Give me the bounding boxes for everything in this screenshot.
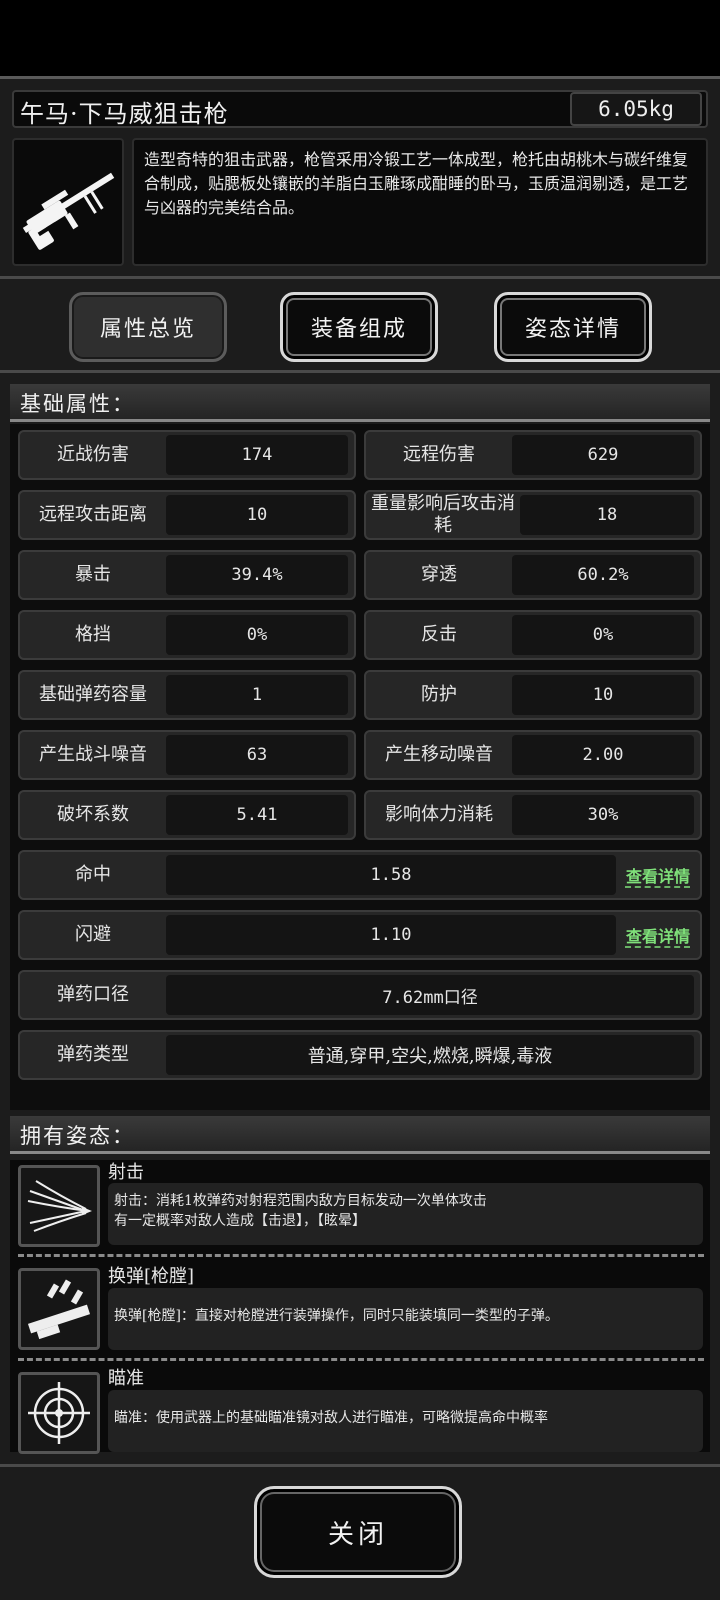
attribute-cell: 产生战斗噪音 63 <box>18 730 356 780</box>
attribute-label: 近战伤害 <box>57 444 129 465</box>
attribute-value: 30% <box>512 795 694 835</box>
stance-description: 换弹[枪膛]：直接对枪膛进行装弹操作，同时只能装填同一类型的子弹。 <box>108 1288 703 1350</box>
attribute-label: 弹药口径 <box>57 984 129 1005</box>
attribute-value: 39.4% <box>166 555 348 595</box>
attribute-cell: 重量影响后攻击消耗 18 <box>364 490 702 540</box>
attribute-value: 629 <box>512 435 694 475</box>
attribute-label: 防护 <box>421 684 457 705</box>
attribute-value: 10 <box>166 495 348 535</box>
attribute-cell: 影响体力消耗 30% <box>364 790 702 840</box>
view-details-link[interactable]: 查看详情 <box>616 863 700 887</box>
stance-description: 射击：消耗1枚弹药对射程范围内敌方目标发动一次单体攻击 有一定概率对敌人造成【击… <box>108 1183 703 1245</box>
reload-glyph <box>27 1279 91 1340</box>
stance-name: 瞄准 <box>108 1368 144 1389</box>
attribute-label: 格挡 <box>75 624 111 645</box>
attribute-label: 命中 <box>75 864 111 885</box>
attribute-label: 反击 <box>421 624 457 645</box>
reload-icon[interactable] <box>18 1268 100 1350</box>
attribute-label: 重量影响后攻击消耗 <box>371 493 515 536</box>
divider <box>18 1254 704 1257</box>
stance-desc-line: 射击：消耗1枚弹药对射程范围内敌方目标发动一次单体攻击 <box>114 1193 487 1209</box>
attribute-label: 暴击 <box>75 564 111 585</box>
attribute-label: 基础弹药容量 <box>39 684 147 705</box>
attribute-label: 产生移动噪音 <box>385 744 493 765</box>
attribute-cell: 破坏系数 5.41 <box>18 790 356 840</box>
attribute-cell: 暴击 39.4% <box>18 550 356 600</box>
attribute-value: 0% <box>166 615 348 655</box>
attribute-cell: 防护 10 <box>364 670 702 720</box>
attribute-value: 普通,穿甲,空尖,燃烧,瞬爆,毒液 <box>166 1035 694 1075</box>
divider <box>0 276 720 279</box>
attribute-label: 穿透 <box>421 564 457 585</box>
stance-desc-line: 瞄准：使用武器上的基础瞄准镜对敌人进行瞄准，可略微提高命中概率 <box>114 1410 548 1426</box>
attribute-cell-wide: 命中 1.58 查看详情 <box>18 850 702 900</box>
section-header-stances: 拥有姿态： <box>10 1116 710 1154</box>
attribute-value: 1.58 <box>166 855 616 895</box>
attribute-cell: 基础弹药容量 1 <box>18 670 356 720</box>
attribute-label: 影响体力消耗 <box>385 804 493 825</box>
attribute-value: 1 <box>166 675 348 715</box>
stance-name: 射击 <box>108 1162 144 1183</box>
shoot-icon[interactable] <box>18 1165 100 1247</box>
close-button[interactable]: 关闭 <box>254 1486 462 1578</box>
attribute-value: 10 <box>512 675 694 715</box>
attribute-value: 2.00 <box>512 735 694 775</box>
tab-attribute-overview[interactable]: 属性总览 <box>69 292 227 362</box>
attribute-cell: 穿透 60.2% <box>364 550 702 600</box>
attribute-cell: 反击 0% <box>364 610 702 660</box>
crosshair-glyph <box>28 1382 90 1444</box>
view-details-link[interactable]: 查看详情 <box>616 923 700 947</box>
stance-desc-line: 有一定概率对敌人造成【击退】，【眩晕】 <box>114 1213 366 1229</box>
attribute-cell: 近战伤害 174 <box>18 430 356 480</box>
attribute-cell: 远程攻击距离 10 <box>18 490 356 540</box>
divider <box>18 1358 704 1361</box>
attribute-value: 60.2% <box>512 555 694 595</box>
shoot-glyph <box>27 1180 92 1232</box>
section-header-basic-attributes: 基础属性： <box>10 384 710 422</box>
attribute-label: 产生战斗噪音 <box>39 744 147 765</box>
crosshair-icon[interactable] <box>18 1372 100 1454</box>
stance-description: 瞄准：使用武器上的基础瞄准镜对敌人进行瞄准，可略微提高命中概率 <box>108 1390 703 1452</box>
divider <box>0 1464 720 1467</box>
attribute-value: 0% <box>512 615 694 655</box>
attribute-value: 7.62mm口径 <box>166 975 694 1015</box>
attribute-label: 远程攻击距离 <box>39 504 147 525</box>
weapon-name: 午马·下马威狙击枪 <box>20 100 229 128</box>
attribute-value: 63 <box>166 735 348 775</box>
attribute-value: 174 <box>166 435 348 475</box>
tab-stance-details[interactable]: 姿态详情 <box>494 292 652 362</box>
attribute-label: 闪避 <box>75 924 111 945</box>
weapon-weight: 6.05kg <box>570 92 702 126</box>
attribute-cell: 格挡 0% <box>18 610 356 660</box>
attribute-cell-wide: 弹药口径 7.62mm口径 <box>18 970 702 1020</box>
attribute-label: 弹药类型 <box>57 1044 129 1065</box>
attribute-label: 破坏系数 <box>57 804 129 825</box>
attribute-value: 1.10 <box>166 915 616 955</box>
tab-equipment-composition[interactable]: 装备组成 <box>280 292 438 362</box>
stance-name: 换弹[枪膛] <box>108 1266 195 1287</box>
attribute-cell-wide: 弹药类型 普通,穿甲,空尖,燃烧,瞬爆,毒液 <box>18 1030 702 1080</box>
stance-desc-line: 换弹[枪膛]：直接对枪膛进行装弹操作，同时只能装填同一类型的子弹。 <box>114 1308 559 1324</box>
attribute-label: 远程伤害 <box>403 444 475 465</box>
attribute-value: 18 <box>520 495 694 535</box>
attribute-value: 5.41 <box>166 795 348 835</box>
sniper-rifle-icon <box>22 172 115 250</box>
weapon-description: 造型奇特的狙击武器，枪管采用冷锻工艺一体成型，枪托由胡桃木与碳纤维复合制成，贴腮… <box>132 138 708 266</box>
attribute-cell: 远程伤害 629 <box>364 430 702 480</box>
weapon-thumbnail <box>12 138 124 266</box>
attribute-cell-wide: 闪避 1.10 查看详情 <box>18 910 702 960</box>
divider <box>0 370 720 373</box>
attribute-cell: 产生移动噪音 2.00 <box>364 730 702 780</box>
